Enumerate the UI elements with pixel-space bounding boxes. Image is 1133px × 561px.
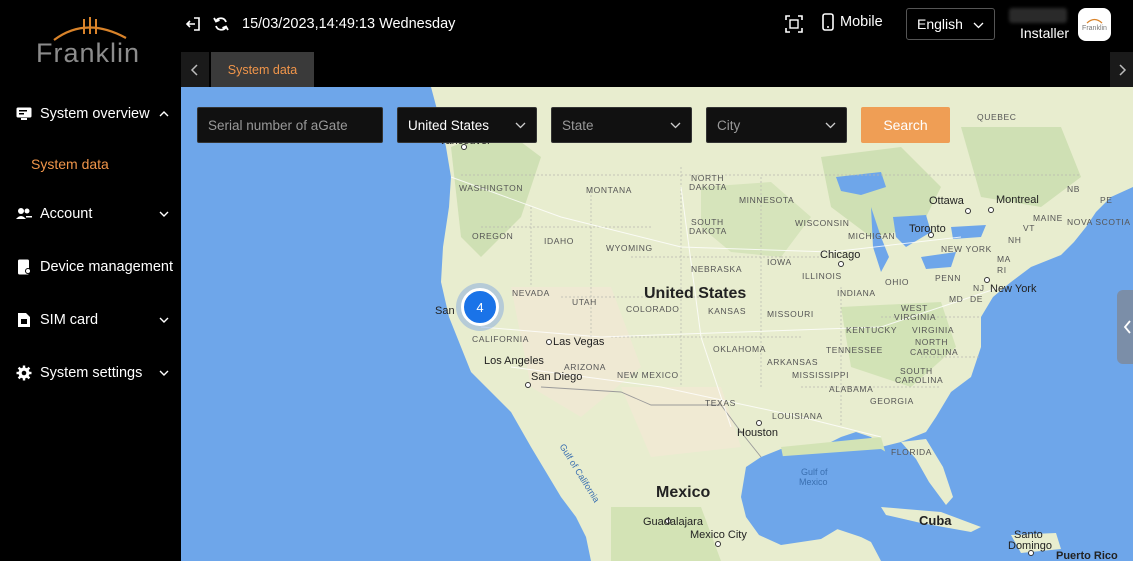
chevron-down-icon [159, 370, 169, 376]
chevron-up-icon [159, 111, 169, 117]
username-redacted [1009, 8, 1067, 23]
chevron-down-icon [670, 122, 681, 129]
users-icon [16, 206, 32, 222]
franklin-logo: Franklin [30, 14, 150, 74]
tab-bar: System data [181, 52, 1133, 87]
sidebar-item-label: SIM card [40, 312, 99, 328]
avatar-text: Franklin [1082, 25, 1107, 32]
city-select[interactable]: City [706, 107, 847, 143]
city-placeholder: City [717, 117, 741, 133]
chevron-down-icon [515, 122, 526, 129]
country-select[interactable]: United States [397, 107, 537, 143]
panel-toggle-handle[interactable] [1117, 290, 1133, 364]
sidebar-item-label: System overview [40, 106, 150, 122]
tabs-scroll-right[interactable] [1110, 52, 1133, 87]
device-icon [16, 259, 32, 275]
language-value: English [917, 16, 963, 32]
brand-name: Franklin [36, 38, 141, 68]
country-value: United States [408, 117, 490, 133]
sidebar-item-system-overview[interactable]: System overview [0, 94, 181, 134]
language-select[interactable]: English [906, 8, 995, 40]
search-button[interactable]: Search [861, 107, 950, 143]
sidebar-item-label: System settings [40, 365, 143, 381]
sidebar-item-device-management[interactable]: Device management [0, 247, 181, 287]
mobile-toggle[interactable]: Mobile [822, 13, 883, 31]
phone-icon [822, 13, 834, 31]
map-background [181, 87, 1133, 561]
serial-search-input[interactable]: Serial number of aGate [197, 107, 383, 143]
chevron-down-icon [825, 122, 836, 129]
sidebar: Franklin System overview System data Acc… [0, 0, 181, 561]
monitor-icon [16, 106, 32, 122]
sidebar-item-sim-card[interactable]: SIM card [0, 300, 181, 340]
chevron-left-icon [190, 63, 198, 76]
sidebar-item-label: Device management [40, 259, 173, 275]
avatar[interactable]: Franklin [1078, 8, 1111, 41]
map-cluster-marker[interactable]: 4 [456, 283, 504, 331]
fullscreen-icon[interactable] [785, 15, 803, 33]
sidebar-item-system-settings[interactable]: System settings [0, 353, 181, 393]
gear-icon [16, 365, 32, 381]
tab-system-data[interactable]: System data [211, 52, 314, 87]
cluster-count: 4 [461, 288, 499, 326]
chevron-right-icon [1118, 63, 1126, 76]
chevron-down-icon [159, 211, 169, 217]
serial-placeholder: Serial number of aGate [208, 117, 348, 133]
map-view[interactable]: QUEBEC Vancouver WASHINGTON MONTANA NORT… [181, 87, 1133, 561]
chevron-down-icon [973, 22, 984, 29]
chevron-left-icon [1123, 320, 1131, 334]
refresh-icon[interactable] [212, 15, 230, 33]
state-select[interactable]: State [551, 107, 692, 143]
mobile-label: Mobile [840, 14, 883, 30]
top-header: 15/03/2023,14:49:13 Wednesday Mobile Eng… [181, 0, 1133, 52]
chevron-down-icon [159, 317, 169, 323]
app-root: Franklin System overview System data Acc… [0, 0, 1133, 561]
sidebar-item-label: Account [40, 206, 93, 222]
tabs-scroll-left[interactable] [181, 52, 209, 87]
user-role: Installer [1020, 25, 1070, 41]
datetime-display: 15/03/2023,14:49:13 Wednesday [242, 16, 456, 32]
sim-icon [16, 312, 32, 328]
sidebar-item-account[interactable]: Account [0, 194, 181, 234]
sidebar-subitem-system-data[interactable]: System data [31, 156, 109, 172]
logout-icon[interactable] [184, 15, 202, 33]
state-placeholder: State [562, 117, 594, 133]
